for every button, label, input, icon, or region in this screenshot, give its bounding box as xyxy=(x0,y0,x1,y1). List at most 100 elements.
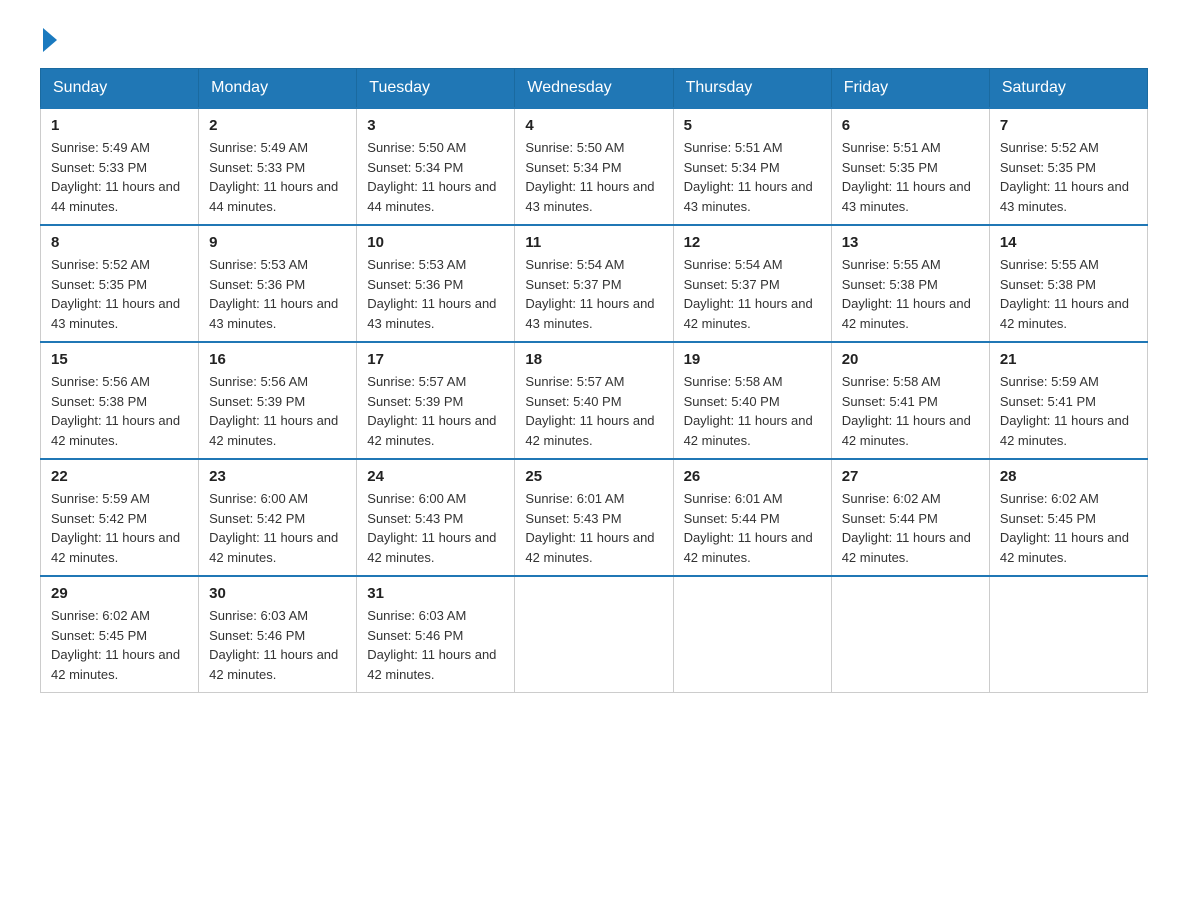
day-number: 31 xyxy=(367,585,504,602)
day-info: Sunrise: 5:54 AM Sunset: 5:37 PM Dayligh… xyxy=(525,255,662,333)
day-info: Sunrise: 5:59 AM Sunset: 5:42 PM Dayligh… xyxy=(51,489,188,567)
calendar-cell: 11 Sunrise: 5:54 AM Sunset: 5:37 PM Dayl… xyxy=(515,225,673,342)
weekday-header-thursday: Thursday xyxy=(673,69,831,109)
calendar-cell: 3 Sunrise: 5:50 AM Sunset: 5:34 PM Dayli… xyxy=(357,108,515,225)
day-number: 11 xyxy=(525,234,662,251)
day-info: Sunrise: 5:53 AM Sunset: 5:36 PM Dayligh… xyxy=(209,255,346,333)
calendar-cell: 22 Sunrise: 5:59 AM Sunset: 5:42 PM Dayl… xyxy=(41,459,199,576)
calendar-cell: 1 Sunrise: 5:49 AM Sunset: 5:33 PM Dayli… xyxy=(41,108,199,225)
calendar-cell: 24 Sunrise: 6:00 AM Sunset: 5:43 PM Dayl… xyxy=(357,459,515,576)
calendar-cell: 23 Sunrise: 6:00 AM Sunset: 5:42 PM Dayl… xyxy=(199,459,357,576)
day-number: 8 xyxy=(51,234,188,251)
calendar-week-row: 29 Sunrise: 6:02 AM Sunset: 5:45 PM Dayl… xyxy=(41,576,1148,693)
calendar-cell xyxy=(515,576,673,693)
weekday-header-tuesday: Tuesday xyxy=(357,69,515,109)
calendar-cell: 29 Sunrise: 6:02 AM Sunset: 5:45 PM Dayl… xyxy=(41,576,199,693)
day-info: Sunrise: 5:57 AM Sunset: 5:39 PM Dayligh… xyxy=(367,372,504,450)
day-number: 5 xyxy=(684,117,821,134)
weekday-header-monday: Monday xyxy=(199,69,357,109)
weekday-header-saturday: Saturday xyxy=(989,69,1147,109)
calendar-cell: 4 Sunrise: 5:50 AM Sunset: 5:34 PM Dayli… xyxy=(515,108,673,225)
day-info: Sunrise: 5:50 AM Sunset: 5:34 PM Dayligh… xyxy=(367,138,504,216)
calendar-cell xyxy=(831,576,989,693)
calendar-cell: 20 Sunrise: 5:58 AM Sunset: 5:41 PM Dayl… xyxy=(831,342,989,459)
calendar-week-row: 1 Sunrise: 5:49 AM Sunset: 5:33 PM Dayli… xyxy=(41,108,1148,225)
calendar-week-row: 22 Sunrise: 5:59 AM Sunset: 5:42 PM Dayl… xyxy=(41,459,1148,576)
weekday-header-friday: Friday xyxy=(831,69,989,109)
day-info: Sunrise: 5:59 AM Sunset: 5:41 PM Dayligh… xyxy=(1000,372,1137,450)
day-info: Sunrise: 5:56 AM Sunset: 5:38 PM Dayligh… xyxy=(51,372,188,450)
day-number: 20 xyxy=(842,351,979,368)
day-info: Sunrise: 5:52 AM Sunset: 5:35 PM Dayligh… xyxy=(1000,138,1137,216)
day-info: Sunrise: 5:55 AM Sunset: 5:38 PM Dayligh… xyxy=(1000,255,1137,333)
calendar-cell: 13 Sunrise: 5:55 AM Sunset: 5:38 PM Dayl… xyxy=(831,225,989,342)
day-info: Sunrise: 5:53 AM Sunset: 5:36 PM Dayligh… xyxy=(367,255,504,333)
day-number: 18 xyxy=(525,351,662,368)
day-info: Sunrise: 6:01 AM Sunset: 5:43 PM Dayligh… xyxy=(525,489,662,567)
day-info: Sunrise: 5:52 AM Sunset: 5:35 PM Dayligh… xyxy=(51,255,188,333)
calendar-cell: 27 Sunrise: 6:02 AM Sunset: 5:44 PM Dayl… xyxy=(831,459,989,576)
calendar-cell: 8 Sunrise: 5:52 AM Sunset: 5:35 PM Dayli… xyxy=(41,225,199,342)
day-number: 2 xyxy=(209,117,346,134)
day-number: 9 xyxy=(209,234,346,251)
day-number: 19 xyxy=(684,351,821,368)
calendar-table: SundayMondayTuesdayWednesdayThursdayFrid… xyxy=(40,68,1148,693)
day-number: 14 xyxy=(1000,234,1137,251)
day-info: Sunrise: 6:01 AM Sunset: 5:44 PM Dayligh… xyxy=(684,489,821,567)
day-info: Sunrise: 6:03 AM Sunset: 5:46 PM Dayligh… xyxy=(367,606,504,684)
calendar-week-row: 15 Sunrise: 5:56 AM Sunset: 5:38 PM Dayl… xyxy=(41,342,1148,459)
calendar-week-row: 8 Sunrise: 5:52 AM Sunset: 5:35 PM Dayli… xyxy=(41,225,1148,342)
day-info: Sunrise: 5:58 AM Sunset: 5:40 PM Dayligh… xyxy=(684,372,821,450)
day-info: Sunrise: 6:02 AM Sunset: 5:45 PM Dayligh… xyxy=(1000,489,1137,567)
calendar-cell: 21 Sunrise: 5:59 AM Sunset: 5:41 PM Dayl… xyxy=(989,342,1147,459)
day-number: 27 xyxy=(842,468,979,485)
day-info: Sunrise: 5:49 AM Sunset: 5:33 PM Dayligh… xyxy=(209,138,346,216)
day-info: Sunrise: 6:00 AM Sunset: 5:43 PM Dayligh… xyxy=(367,489,504,567)
calendar-cell: 15 Sunrise: 5:56 AM Sunset: 5:38 PM Dayl… xyxy=(41,342,199,459)
day-number: 13 xyxy=(842,234,979,251)
day-number: 22 xyxy=(51,468,188,485)
day-number: 6 xyxy=(842,117,979,134)
page-header xyxy=(40,30,1148,48)
calendar-cell xyxy=(673,576,831,693)
day-number: 12 xyxy=(684,234,821,251)
day-number: 15 xyxy=(51,351,188,368)
day-number: 30 xyxy=(209,585,346,602)
weekday-header-wednesday: Wednesday xyxy=(515,69,673,109)
day-info: Sunrise: 5:50 AM Sunset: 5:34 PM Dayligh… xyxy=(525,138,662,216)
calendar-cell: 10 Sunrise: 5:53 AM Sunset: 5:36 PM Dayl… xyxy=(357,225,515,342)
logo-arrow-icon xyxy=(43,28,57,52)
day-number: 4 xyxy=(525,117,662,134)
calendar-cell: 5 Sunrise: 5:51 AM Sunset: 5:34 PM Dayli… xyxy=(673,108,831,225)
weekday-header-sunday: Sunday xyxy=(41,69,199,109)
day-number: 26 xyxy=(684,468,821,485)
day-info: Sunrise: 5:51 AM Sunset: 5:34 PM Dayligh… xyxy=(684,138,821,216)
day-info: Sunrise: 6:00 AM Sunset: 5:42 PM Dayligh… xyxy=(209,489,346,567)
calendar-cell xyxy=(989,576,1147,693)
calendar-cell: 31 Sunrise: 6:03 AM Sunset: 5:46 PM Dayl… xyxy=(357,576,515,693)
day-number: 23 xyxy=(209,468,346,485)
day-number: 10 xyxy=(367,234,504,251)
day-info: Sunrise: 5:55 AM Sunset: 5:38 PM Dayligh… xyxy=(842,255,979,333)
day-info: Sunrise: 5:57 AM Sunset: 5:40 PM Dayligh… xyxy=(525,372,662,450)
day-number: 16 xyxy=(209,351,346,368)
day-info: Sunrise: 5:51 AM Sunset: 5:35 PM Dayligh… xyxy=(842,138,979,216)
day-info: Sunrise: 5:49 AM Sunset: 5:33 PM Dayligh… xyxy=(51,138,188,216)
day-number: 3 xyxy=(367,117,504,134)
calendar-cell: 16 Sunrise: 5:56 AM Sunset: 5:39 PM Dayl… xyxy=(199,342,357,459)
day-number: 1 xyxy=(51,117,188,134)
calendar-cell: 6 Sunrise: 5:51 AM Sunset: 5:35 PM Dayli… xyxy=(831,108,989,225)
calendar-cell: 25 Sunrise: 6:01 AM Sunset: 5:43 PM Dayl… xyxy=(515,459,673,576)
calendar-cell: 28 Sunrise: 6:02 AM Sunset: 5:45 PM Dayl… xyxy=(989,459,1147,576)
day-number: 24 xyxy=(367,468,504,485)
logo xyxy=(40,30,57,48)
day-info: Sunrise: 5:58 AM Sunset: 5:41 PM Dayligh… xyxy=(842,372,979,450)
calendar-cell: 26 Sunrise: 6:01 AM Sunset: 5:44 PM Dayl… xyxy=(673,459,831,576)
day-info: Sunrise: 6:03 AM Sunset: 5:46 PM Dayligh… xyxy=(209,606,346,684)
calendar-cell: 2 Sunrise: 5:49 AM Sunset: 5:33 PM Dayli… xyxy=(199,108,357,225)
calendar-cell: 7 Sunrise: 5:52 AM Sunset: 5:35 PM Dayli… xyxy=(989,108,1147,225)
day-info: Sunrise: 6:02 AM Sunset: 5:44 PM Dayligh… xyxy=(842,489,979,567)
day-number: 17 xyxy=(367,351,504,368)
day-number: 21 xyxy=(1000,351,1137,368)
day-info: Sunrise: 5:56 AM Sunset: 5:39 PM Dayligh… xyxy=(209,372,346,450)
